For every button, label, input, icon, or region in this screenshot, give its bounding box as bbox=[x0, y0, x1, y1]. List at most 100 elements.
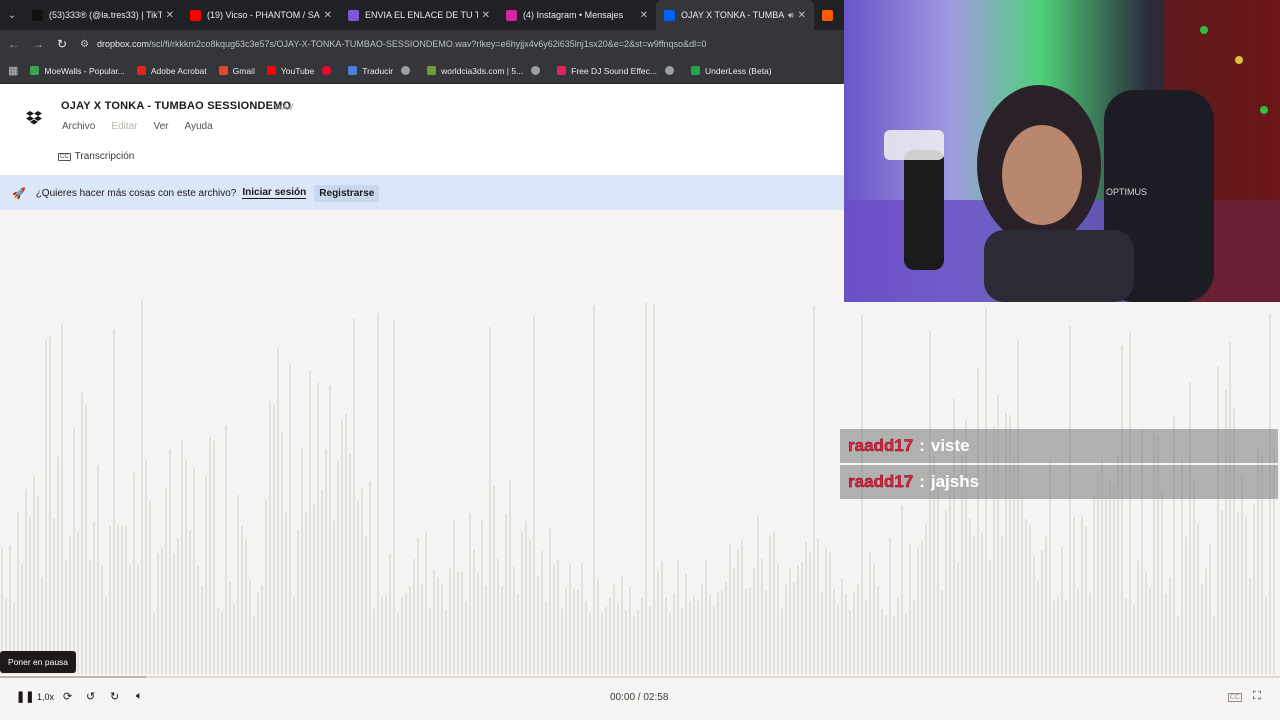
tab-favicon-icon bbox=[348, 9, 359, 21]
progress-track[interactable] bbox=[0, 676, 1280, 678]
current-time: 00:00 bbox=[610, 692, 636, 703]
tab-close-icon[interactable]: ✕ bbox=[166, 10, 174, 21]
bookmark-item[interactable] bbox=[665, 66, 679, 76]
forward-10-icon[interactable]: ↻ bbox=[110, 690, 119, 703]
tab-title: ENVIA EL ENLACE DE TU TRAC bbox=[365, 10, 478, 20]
bookmark-favicon-icon bbox=[136, 66, 146, 75]
file-menu: Archivo Editar Ver Ayuda bbox=[62, 121, 229, 132]
browser-tab[interactable]: OJAY X TONKA - TUMBAO 🔊︎ ✕ bbox=[656, 0, 814, 30]
playback-time: 00:00 / 02:58 bbox=[610, 692, 669, 703]
bookmark-favicon-icon bbox=[691, 66, 700, 75]
tab-title: OJAY X TONKA - TUMBAO bbox=[681, 10, 784, 20]
bookmark-favicon-icon bbox=[348, 66, 358, 75]
menu-editar: Editar bbox=[111, 121, 138, 132]
tab-close-icon[interactable]: ✕ bbox=[482, 10, 490, 21]
browser-tab[interactable]: (19) Vicso - PHANTOM / SAOS ✕ bbox=[182, 0, 340, 30]
signin-link[interactable]: Iniciar sesión bbox=[242, 187, 307, 199]
address-path: /scl/fi/rkkkm2co8kqug63c3e57s/OJAY-X-TON… bbox=[149, 39, 707, 49]
chat-message: raadd17 : viste bbox=[840, 429, 1278, 463]
bookmark-item[interactable] bbox=[401, 66, 415, 76]
bookmark-label: Traducir bbox=[362, 65, 394, 76]
bookmark-item[interactable]: worldcia3ds.com | 5... bbox=[427, 66, 523, 76]
captions-icon[interactable]: CC bbox=[1228, 693, 1243, 702]
bookmark-favicon-icon bbox=[266, 66, 276, 75]
tab-favicon-icon bbox=[506, 9, 517, 21]
total-time: 02:58 bbox=[643, 692, 669, 703]
bookmark-item[interactable]: Adobe Acrobat bbox=[136, 65, 207, 76]
playback-speed-button[interactable]: 1,0x bbox=[37, 692, 54, 702]
tab-favicon-icon bbox=[190, 9, 201, 21]
chat-username: raadd17 bbox=[848, 436, 914, 455]
bookmark-favicon-icon bbox=[401, 66, 411, 75]
tab-title: (4) Instagram • Mensajes bbox=[523, 10, 624, 20]
reload-icon[interactable]: ↻ bbox=[50, 37, 74, 51]
loop-icon[interactable]: ⟳ bbox=[63, 690, 72, 703]
tab-close-icon[interactable]: ✕ bbox=[324, 10, 332, 21]
bookmark-favicon-icon bbox=[218, 66, 228, 75]
bookmark-label: Adobe Acrobat bbox=[150, 65, 207, 76]
bookmark-label: MoeWalls - Popular... bbox=[44, 65, 125, 76]
tab-title: (53)333® (@la.tres33) | TikTok bbox=[49, 10, 162, 20]
bookmark-favicon-icon bbox=[665, 66, 674, 75]
menu-ayuda[interactable]: Ayuda bbox=[185, 121, 213, 132]
browser-tab[interactable]: (53)333® (@la.tres33) | TikTok ✕ bbox=[24, 0, 182, 30]
bookmark-item[interactable]: Traducir bbox=[348, 66, 393, 76]
site-info-icon[interactable]: ⚙ bbox=[80, 39, 89, 50]
dropbox-logo-icon[interactable] bbox=[26, 110, 42, 126]
forward-icon[interactable]: → bbox=[26, 37, 50, 51]
chat-text: viste bbox=[930, 436, 970, 455]
bookmark-item[interactable]: MoeWalls - Popular... bbox=[30, 65, 125, 76]
transcript-label: Transcripción bbox=[74, 151, 135, 162]
webcam-overlay: OPTIMUS bbox=[844, 0, 1280, 302]
menu-ver[interactable]: Ver bbox=[153, 121, 168, 132]
bookmark-item[interactable] bbox=[531, 66, 545, 76]
tab-title: (19) Vicso - PHANTOM / SAOS bbox=[207, 10, 320, 20]
pause-icon[interactable]: ❚❚ bbox=[16, 690, 34, 703]
tab-close-icon[interactable]: ✕ bbox=[798, 10, 806, 21]
browser-tab[interactable]: St bbox=[814, 0, 838, 30]
pause-tooltip: Poner en pausa bbox=[0, 651, 77, 673]
chat-separator: : bbox=[919, 436, 925, 455]
volume-icon[interactable]: 🔈︎ bbox=[136, 690, 143, 703]
bookmark-favicon-icon bbox=[531, 66, 541, 75]
file-title: OJAY X TONKA - TUMBAO SESSIONDEMO bbox=[61, 100, 292, 112]
file-extension: WAV bbox=[274, 102, 294, 112]
tab-list: (53)333® (@la.tres33) | TikTok ✕ (19) Vics… bbox=[24, 0, 838, 30]
back-icon[interactable]: ← bbox=[2, 37, 26, 51]
bookmark-favicon-icon bbox=[557, 66, 567, 75]
chat-separator: : bbox=[919, 472, 925, 491]
rocket-icon: 🚀 bbox=[12, 187, 26, 200]
rewind-10-icon[interactable]: ↺ bbox=[86, 690, 95, 703]
tab-audio-icon[interactable]: 🔊︎ bbox=[788, 10, 794, 21]
address-host: dropbox.com bbox=[96, 39, 149, 49]
browser-tab[interactable]: ENVIA EL ENLACE DE TU TRAC ✕ bbox=[340, 0, 498, 30]
menu-archivo[interactable]: Archivo bbox=[62, 121, 95, 132]
bookmark-item[interactable]: Gmail bbox=[218, 65, 255, 76]
bookmark-label: YouTube bbox=[280, 65, 315, 76]
streamer-camera-image: OPTIMUS bbox=[844, 0, 1280, 302]
register-button[interactable]: Registrarse bbox=[314, 184, 380, 202]
bookmark-label: worldcia3ds.com | 5... bbox=[441, 65, 524, 76]
banner-message: ¿Quieres hacer más cosas con este archiv… bbox=[35, 187, 237, 199]
tab-close-icon[interactable]: ✕ bbox=[640, 10, 648, 21]
bookmark-favicon-icon bbox=[30, 66, 40, 75]
bookmark-list: MoeWalls - Popular... Adobe Acrobat Gmail Y… bbox=[18, 65, 772, 76]
bookmark-item[interactable] bbox=[322, 66, 336, 76]
bookmark-label: Gmail bbox=[232, 65, 255, 76]
chat-message: raadd17 : jajshs bbox=[840, 465, 1278, 499]
bookmark-item[interactable]: Free DJ Sound Effec... bbox=[557, 66, 657, 76]
address-bar[interactable]: ⚙ dropbox.com /scl/fi/rkkkm2co8kqug63c3e… bbox=[80, 33, 840, 55]
closed-captions-icon: CC bbox=[58, 152, 71, 161]
transcript-button[interactable]: CC Transcripción bbox=[58, 151, 134, 162]
progress-fill bbox=[0, 676, 146, 678]
bookmark-item[interactable]: YouTube bbox=[266, 65, 315, 76]
tab-favicon-icon bbox=[664, 9, 675, 21]
bookmark-item[interactable]: UnderLess (Beta) bbox=[691, 66, 772, 76]
fullscreen-icon[interactable]: ⛶ bbox=[1253, 690, 1261, 703]
browser-tab[interactable]: (4) Instagram • Mensajes ✕ bbox=[498, 0, 656, 30]
apps-grid-icon[interactable]: ▦ bbox=[8, 64, 18, 77]
tab-search-button[interactable]: ⌄ bbox=[0, 0, 24, 30]
chat-text: jajshs bbox=[930, 472, 980, 491]
chair-logo: OPTIMUS bbox=[1106, 187, 1147, 197]
audio-player-bar: ❚❚ 1,0x ⟳ ↺ ↻ 🔈︎ 00:00 / 02:58 CC ⛶ bbox=[0, 676, 1280, 720]
